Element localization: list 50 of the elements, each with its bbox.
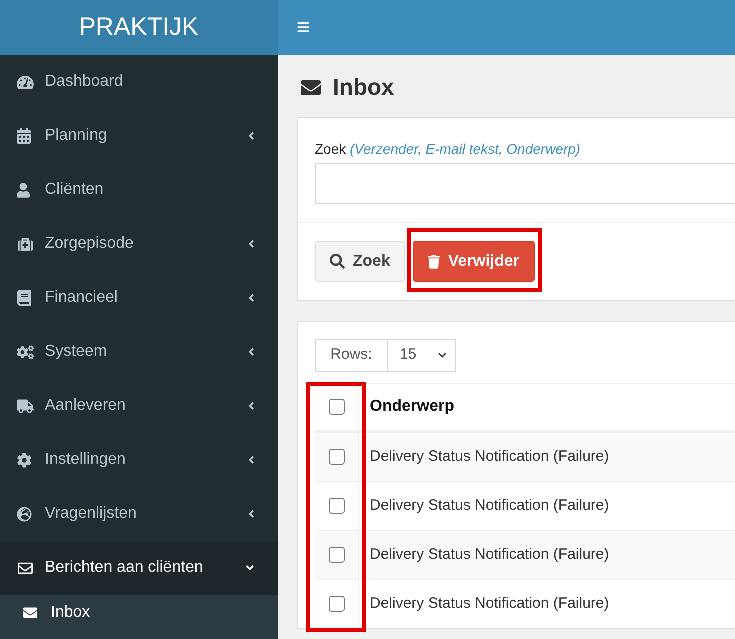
table-cell-text: Delivery Status Notification (Failure) xyxy=(370,496,610,516)
sidebar-item[interactable]: Vragenlijsten xyxy=(0,487,278,541)
book-icon xyxy=(17,290,32,306)
menu-icon xyxy=(296,21,311,34)
envelope-icon xyxy=(22,606,39,620)
table-cell-text: Delivery Status Notification (Failure) xyxy=(370,594,610,614)
calendar-icon xyxy=(17,128,31,144)
gauge-icon xyxy=(17,74,34,90)
sidebar-item[interactable]: Zorgepisode xyxy=(0,217,278,271)
search-icon xyxy=(330,254,345,269)
globe-icon xyxy=(17,506,32,522)
trash-icon xyxy=(428,254,440,268)
menu-button[interactable] xyxy=(295,20,312,35)
gears-icon xyxy=(17,344,34,360)
sidebar-item[interactable]: Financieel xyxy=(0,271,278,325)
column-header[interactable]: Onderwerp xyxy=(370,395,454,419)
delete-button[interactable]: Verwijder xyxy=(413,241,534,282)
sidebar-item[interactable]: Instellingen xyxy=(0,433,278,487)
gear-icon xyxy=(17,452,32,468)
brand-name[interactable]: PRAKTIJK xyxy=(79,15,199,40)
sidebar-item[interactable]: Planning xyxy=(0,109,278,163)
sidebar-item[interactable]: Dashboard xyxy=(0,55,278,109)
checkbox[interactable] xyxy=(328,547,344,563)
person-icon xyxy=(17,182,30,198)
checkbox[interactable] xyxy=(328,399,344,415)
sidebar-item[interactable]: Aanleveren xyxy=(0,379,278,433)
sidebar-item[interactable]: Berichten aan cliënten xyxy=(0,541,278,595)
table-row[interactable]: Delivery Status Notification (Failure) xyxy=(315,432,735,481)
medical-kit-icon xyxy=(17,236,34,252)
table-row[interactable]: Delivery Status Notification (Failure) xyxy=(315,530,735,579)
submenu-item[interactable]: Inbox xyxy=(0,595,278,631)
sidebar-item[interactable]: Systeem xyxy=(0,325,278,379)
rows-label: Rows: xyxy=(315,339,388,372)
table-cell-text: Delivery Status Notification (Failure) xyxy=(370,544,610,565)
checkbox[interactable] xyxy=(328,596,344,612)
envelope-icon xyxy=(17,560,34,576)
rows-select[interactable]: 15 xyxy=(388,339,456,372)
checkbox[interactable] xyxy=(328,449,344,465)
field-label: Zoek (Verzender, E-mail tekst, Onderwerp) xyxy=(315,140,582,159)
table-row[interactable]: Delivery Status Notification (Failure) xyxy=(315,481,735,530)
checkbox[interactable] xyxy=(328,498,344,514)
search-button[interactable]: Zoek xyxy=(315,241,406,282)
sidebar-item[interactable]: Cliënten xyxy=(0,163,278,217)
envelope-icon xyxy=(299,78,323,98)
caret-icon xyxy=(437,351,448,360)
page-title: Inbox xyxy=(333,73,394,102)
table-row[interactable]: Delivery Status Notification (Failure) xyxy=(315,579,735,628)
search-field[interactable] xyxy=(315,163,735,204)
table-cell-text: Delivery Status Notification (Failure) xyxy=(370,446,610,467)
truck-icon xyxy=(17,398,34,414)
